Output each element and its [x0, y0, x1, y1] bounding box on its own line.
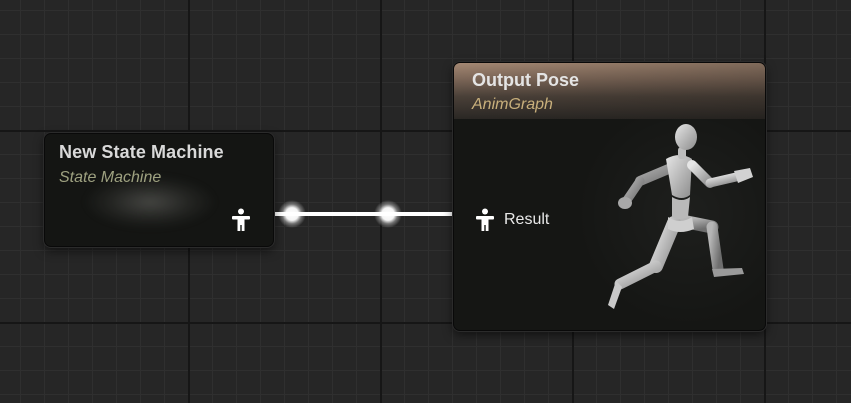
- output-pose-subtitle: AnimGraph: [472, 96, 553, 113]
- anim-graph-canvas[interactable]: New State Machine State Machine Output P…: [0, 0, 851, 403]
- reroute-knot-2[interactable]: [374, 200, 402, 228]
- state-machine-subtitle: State Machine: [59, 169, 162, 186]
- reroute-knot-1[interactable]: [278, 200, 306, 228]
- pose-person-icon[interactable]: [230, 208, 252, 232]
- running-mannequin-icon: [608, 124, 753, 309]
- output-pose-title: Output Pose: [472, 70, 579, 90]
- result-pin-label: Result: [504, 211, 550, 228]
- state-machine-node[interactable]: New State Machine State Machine: [44, 133, 274, 247]
- output-pose-node[interactable]: Output Pose AnimGraph Result: [453, 62, 766, 331]
- pose-person-icon[interactable]: [474, 208, 496, 232]
- state-machine-title: New State Machine: [59, 142, 224, 162]
